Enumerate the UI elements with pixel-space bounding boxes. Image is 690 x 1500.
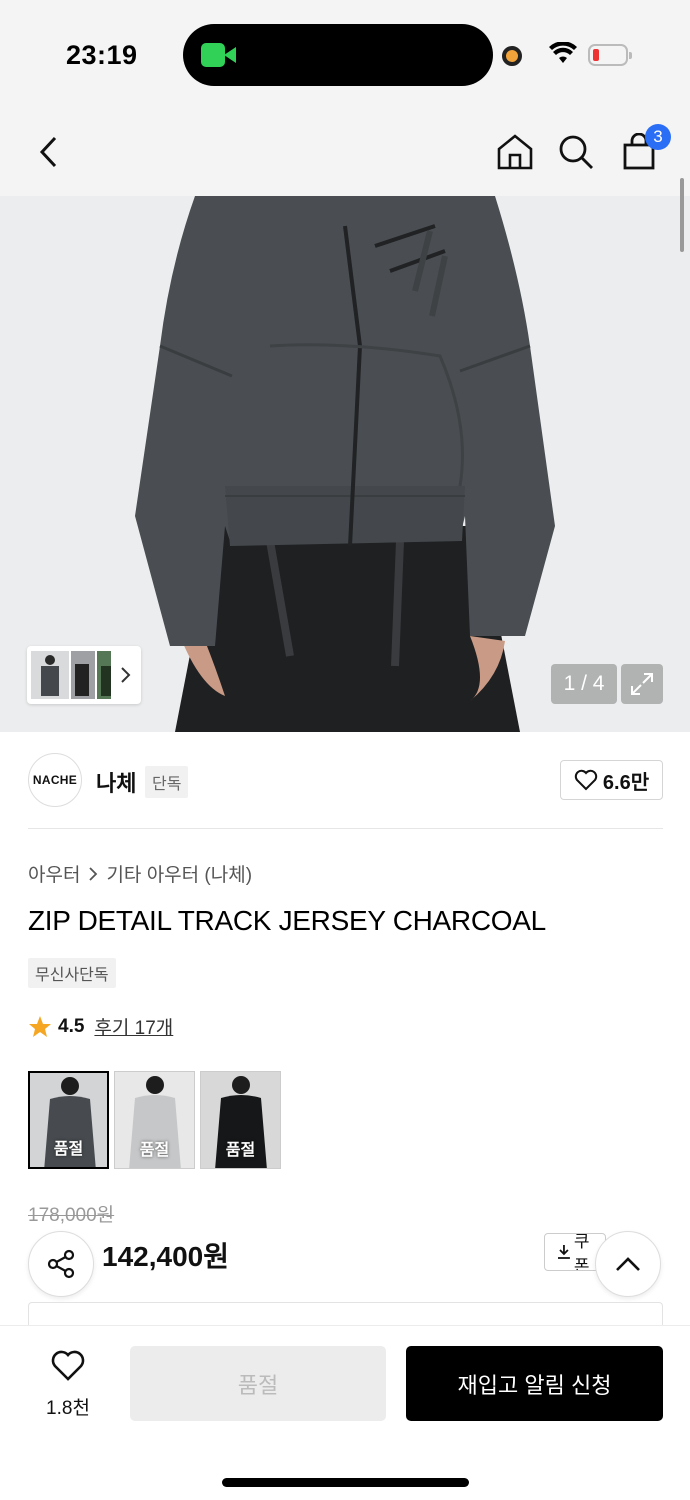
wishlist-button[interactable]: 1.8천	[38, 1350, 98, 1420]
restock-alert-button[interactable]: 재입고 알림 신청	[406, 1346, 663, 1421]
exclusive-badge: 단독	[145, 766, 189, 798]
soldout-label: 품절	[225, 1142, 256, 1159]
home-icon	[497, 134, 533, 170]
back-button[interactable]	[26, 130, 70, 174]
breadcrumb-subcategory[interactable]: 기타 아우터 (나체)	[106, 860, 252, 887]
battery-icon	[588, 44, 632, 66]
scroll-to-top-button[interactable]	[595, 1231, 661, 1297]
fullscreen-button[interactable]	[621, 664, 663, 704]
rating-score: 4.5	[58, 1015, 85, 1037]
image-thumbnail-strip[interactable]	[27, 646, 141, 704]
status-bar: 23:19	[0, 0, 690, 110]
facetime-camera-icon	[201, 43, 236, 67]
color-option-charcoal[interactable]: 품절	[28, 1071, 109, 1169]
chevron-left-icon	[39, 136, 57, 168]
divider	[28, 828, 663, 829]
top-navigation: 3	[0, 110, 690, 196]
breadcrumb: 아우터 기타 아우터 (나체)	[28, 860, 252, 887]
musinsa-exclusive-badge: 무신사단독	[28, 958, 116, 988]
search-icon	[559, 135, 593, 169]
search-button[interactable]	[554, 130, 598, 174]
image-counter: 1 / 4	[551, 664, 617, 704]
color-option-black[interactable]: 품절	[200, 1071, 281, 1169]
soldout-label: 품절	[53, 1141, 84, 1158]
soldout-button[interactable]: 품절	[130, 1346, 386, 1421]
wishlist-count: 1.8천	[46, 1398, 90, 1419]
thumbnail-images	[31, 651, 131, 699]
dynamic-island	[183, 24, 493, 86]
bottom-action-bar: 1.8천 품절 재입고 알림 신청	[0, 1325, 690, 1500]
heart-icon	[51, 1350, 85, 1381]
chevron-right-icon	[89, 866, 98, 881]
product-title: ZIP DETAIL TRACK JERSEY CHARCOAL	[28, 905, 546, 936]
original-price: 178,000원	[28, 1205, 115, 1226]
soldout-label: 품절	[139, 1142, 170, 1159]
cart-count-badge: 3	[645, 124, 671, 150]
home-indicator	[222, 1478, 469, 1487]
breadcrumb-category[interactable]: 아우터	[28, 860, 80, 887]
review-link[interactable]: 후기 17개	[94, 1013, 173, 1040]
color-options: 품절 품절 품절	[28, 1071, 281, 1169]
expand-icon	[631, 673, 653, 695]
cart-button[interactable]: 3	[617, 124, 671, 174]
color-option-grey[interactable]: 품절	[114, 1071, 195, 1169]
heart-icon	[574, 769, 598, 791]
brand-logo[interactable]: NACHE	[28, 753, 82, 807]
recording-indicator-icon	[502, 46, 522, 66]
star-icon	[29, 1015, 51, 1037]
download-icon	[557, 1245, 570, 1259]
home-button[interactable]	[493, 130, 537, 174]
wifi-icon	[549, 42, 577, 63]
brand-like-count: 6.6만	[602, 771, 650, 794]
sale-price: 142,400원	[102, 1241, 229, 1272]
share-button[interactable]	[28, 1231, 94, 1297]
share-icon	[47, 1249, 75, 1279]
brand-name[interactable]: 나체	[96, 766, 136, 798]
brand-like-button[interactable]: 6.6만	[560, 760, 663, 800]
rating-summary: 4.5 후기 17개	[28, 1013, 173, 1040]
chevron-up-icon	[616, 1257, 640, 1271]
status-time: 23:19	[66, 40, 138, 70]
scroll-indicator	[680, 178, 684, 252]
